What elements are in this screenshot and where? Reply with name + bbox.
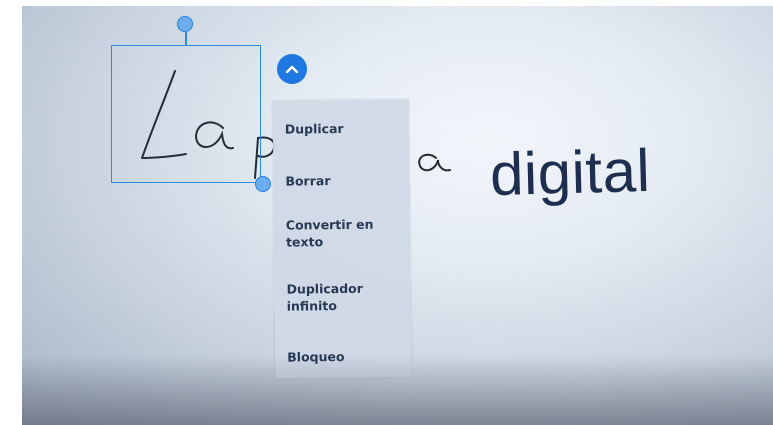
resize-handle[interactable] xyxy=(255,176,271,192)
context-menu: Duplicar Borrar Convertir en texto Dupli… xyxy=(272,99,412,379)
menu-item-bloqueo[interactable]: Bloqueo xyxy=(287,347,403,365)
rotation-handle[interactable] xyxy=(177,16,193,32)
menu-item-duplicar[interactable]: Duplicar xyxy=(285,119,401,137)
menu-item-duplicador-infinito[interactable]: Duplicador infinito xyxy=(286,279,402,314)
menu-item-borrar[interactable]: Borrar xyxy=(285,171,401,189)
whiteboard-canvas[interactable]: digital Duplicar Borrar Convertir en tex… xyxy=(22,6,773,425)
rotation-handle-line xyxy=(185,32,187,46)
collapse-menu-button[interactable] xyxy=(277,54,307,84)
menu-item-convertir-en-texto[interactable]: Convertir en texto xyxy=(286,215,402,250)
typed-text-digital[interactable]: digital xyxy=(489,136,651,209)
selection-frame[interactable] xyxy=(111,45,261,183)
chevron-up-icon xyxy=(285,65,299,74)
